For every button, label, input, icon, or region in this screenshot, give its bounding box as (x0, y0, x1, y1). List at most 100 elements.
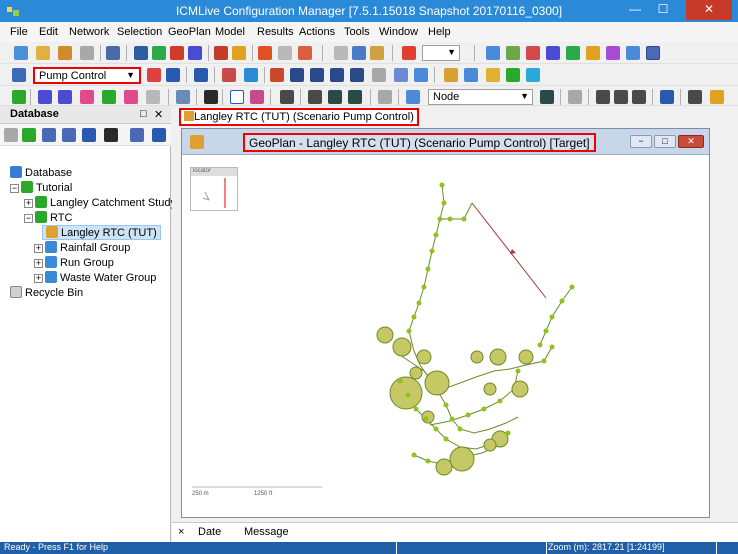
weir-icon[interactable] (348, 90, 362, 104)
expand-icon[interactable]: + (24, 199, 33, 208)
redo-icon[interactable] (278, 46, 292, 60)
expand-icon[interactable]: + (34, 259, 43, 268)
control-link[interactable] (471, 202, 547, 299)
node[interactable] (413, 406, 419, 412)
node[interactable] (461, 216, 467, 222)
storage-node[interactable] (435, 458, 453, 476)
save-icon[interactable] (134, 46, 148, 60)
layers-icon[interactable] (506, 46, 520, 60)
node[interactable] (421, 284, 427, 290)
geoplan-maximize-button[interactable]: □ (654, 135, 676, 148)
node-type-dropdown[interactable]: Node ▼ (428, 89, 533, 105)
tree-item-langley-rtc[interactable]: Langley RTC (TUT) (42, 225, 161, 240)
link-green-icon[interactable] (102, 90, 116, 104)
branch-icon[interactable] (270, 68, 284, 82)
tool-icon[interactable] (214, 46, 228, 60)
refresh-icon[interactable] (298, 46, 312, 60)
node[interactable] (569, 284, 575, 290)
node[interactable] (449, 416, 455, 422)
measure-icon[interactable] (568, 90, 582, 104)
scenario-dropdown[interactable]: Pump Control ▼ (33, 67, 141, 84)
menu-results[interactable]: Results (257, 26, 294, 38)
column-header-date[interactable]: Date (198, 526, 221, 538)
pin-icon[interactable] (526, 46, 540, 60)
node[interactable] (465, 412, 471, 418)
export-icon[interactable] (170, 46, 184, 60)
storage-node[interactable] (470, 350, 484, 364)
column-header-message[interactable]: Message (244, 526, 289, 538)
node[interactable] (441, 200, 447, 206)
menu-geoplan[interactable]: GeoPlan (168, 26, 211, 38)
tree-item-run-group[interactable]: + Run Group (34, 256, 114, 271)
pipe-icon[interactable] (308, 90, 322, 104)
geoplan-minimize-button[interactable]: − (630, 135, 652, 148)
filter-icon[interactable] (152, 128, 166, 142)
node[interactable] (416, 300, 422, 306)
commit-icon[interactable] (188, 46, 202, 60)
properties-icon[interactable] (540, 90, 554, 104)
refresh-icon[interactable] (22, 128, 36, 142)
tree-item-database[interactable]: Database (10, 166, 72, 181)
storage-node[interactable] (376, 326, 394, 344)
tree-item-recycle-bin[interactable]: Recycle Bin (10, 286, 83, 301)
open-icon[interactable] (36, 46, 50, 60)
storage-node[interactable] (489, 348, 507, 366)
node[interactable] (559, 298, 565, 304)
menu-network[interactable]: Network (69, 26, 109, 38)
layer-dropdown[interactable]: ▼ (422, 45, 460, 61)
storage-node[interactable] (416, 349, 432, 365)
node[interactable] (447, 216, 453, 222)
menu-tools[interactable]: Tools (344, 26, 370, 38)
menu-help[interactable]: Help (428, 26, 451, 38)
pointer-icon[interactable] (230, 90, 244, 104)
chart-view-icon[interactable] (414, 68, 428, 82)
lock-icon[interactable] (146, 90, 160, 104)
scenario-edit-icon[interactable] (166, 68, 180, 82)
paste-icon[interactable] (370, 46, 384, 60)
collapse-icon[interactable]: − (10, 184, 19, 193)
link-pink-icon[interactable] (124, 90, 138, 104)
pump-icon[interactable] (328, 90, 342, 104)
node[interactable] (397, 378, 403, 384)
node[interactable] (406, 328, 412, 334)
node[interactable] (433, 426, 439, 432)
node[interactable] (411, 452, 417, 458)
checkmark-icon[interactable] (12, 90, 26, 104)
table-icon[interactable] (42, 128, 56, 142)
print-icon[interactable] (106, 46, 120, 60)
view-icon[interactable] (646, 46, 660, 60)
compare-icon[interactable] (194, 68, 208, 82)
tree-item-rainfall-group[interactable]: + Rainfall Group (34, 241, 130, 256)
sun-icon[interactable] (586, 46, 600, 60)
delete-icon[interactable] (204, 90, 218, 104)
grid-icon[interactable] (486, 46, 500, 60)
check-icon[interactable] (244, 68, 258, 82)
cut-icon[interactable] (334, 46, 348, 60)
maximize-button[interactable]: ☐ (650, 0, 676, 20)
storage-node[interactable] (409, 366, 423, 380)
move-icon[interactable] (372, 68, 386, 82)
network-icon[interactable] (280, 90, 294, 104)
menu-selection[interactable]: Selection (117, 26, 162, 38)
node[interactable] (549, 314, 555, 320)
palette-icon[interactable] (506, 68, 520, 82)
new-database-icon[interactable] (14, 46, 28, 60)
node[interactable] (457, 426, 463, 432)
copy-icon[interactable] (352, 46, 366, 60)
node[interactable] (405, 392, 411, 398)
grid-icon[interactable] (38, 90, 52, 104)
minimize-button[interactable]: — (622, 0, 648, 20)
flag-icon[interactable] (222, 68, 236, 82)
node-icon[interactable] (406, 90, 420, 104)
compare-networks-icon[interactable] (290, 68, 304, 82)
close-button[interactable]: ✕ (686, 0, 732, 20)
find-icon[interactable] (104, 128, 118, 142)
pipe-link[interactable] (408, 184, 445, 332)
arrow-icon[interactable] (546, 46, 560, 60)
select-area-icon[interactable] (250, 90, 264, 104)
dataset-icon[interactable] (526, 68, 540, 82)
expand-icon[interactable]: + (34, 244, 43, 253)
undo-icon[interactable] (258, 46, 272, 60)
storage-node[interactable] (392, 337, 412, 357)
report-icon[interactable] (486, 68, 500, 82)
